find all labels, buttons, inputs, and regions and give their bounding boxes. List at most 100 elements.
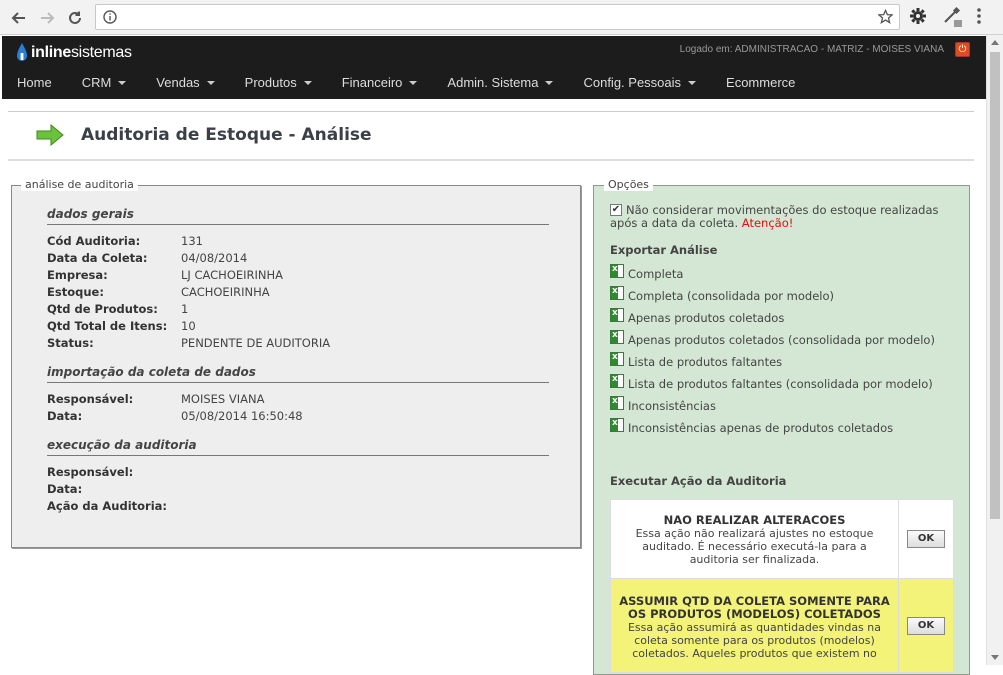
field-value: PENDENTE DE AUDITORIA [181, 336, 331, 350]
page-title: Auditoria de Estoque - Análise [81, 125, 372, 145]
ok-button[interactable]: OK [907, 616, 945, 635]
scroll-thumb[interactable] [990, 52, 1000, 519]
export-completa-consolidada[interactable]: Completa (consolidada por modelo) [610, 286, 935, 311]
menu-financeiro[interactable]: Financeiro [327, 75, 433, 90]
excel-icon [610, 286, 624, 300]
excel-icon [610, 418, 624, 432]
field-value: 05/08/2014 16:50:48 [181, 409, 303, 423]
reload-icon[interactable] [64, 7, 86, 29]
logo[interactable]: inlinesistemas [16, 43, 132, 63]
field-row: Responsável: [47, 465, 181, 479]
more-icon[interactable] [976, 7, 982, 28]
menu-label: Ecommerce [726, 75, 796, 90]
export-faltantes[interactable]: Lista de produtos faltantes [610, 352, 935, 377]
field-label: Ação da Auditoria: [47, 499, 168, 513]
field-label: Qtd de Produtos: [47, 302, 158, 316]
address-bar[interactable] [95, 4, 900, 30]
browser-toolbar [0, 0, 1003, 35]
field-label: Data: [47, 409, 83, 423]
field-value: 10 [181, 319, 196, 333]
menu-vendas[interactable]: Vendas [141, 75, 229, 90]
eyedropper-icon[interactable] [941, 6, 963, 31]
menu-admin-sistema[interactable]: Admin. Sistema [432, 75, 568, 90]
menu-ecommerce[interactable]: Ecommerce [711, 75, 810, 90]
field-row: Qtd Total de Itens: 10 [47, 319, 196, 333]
info-icon[interactable] [103, 10, 117, 27]
gear-icon[interactable] [909, 7, 927, 28]
field-row: Ação da Auditoria: [47, 499, 181, 513]
actions-table: NAO REALIZAR ALTERACOES Essa ação não re… [610, 499, 954, 674]
app-header: inlinesistemas Logado em: ADMINISTRACAO … [2, 36, 986, 99]
field-label: Responsável: [47, 392, 134, 406]
export-apenas-coletados-consolidada[interactable]: Apenas produtos coletados (consolidada p… [610, 330, 935, 355]
excel-icon [610, 264, 624, 278]
caret-down-icon [545, 80, 554, 85]
title-divider-bottom [8, 159, 974, 161]
menu-home[interactable]: Home [2, 75, 67, 90]
field-value: 131 [181, 234, 203, 248]
ignore-movements-checkbox[interactable]: ✔ [610, 204, 622, 216]
menu-crm[interactable]: CRM [67, 75, 142, 90]
action-row: NAO REALIZAR ALTERACOES Essa ação não re… [611, 500, 953, 579]
export-label: Inconsistências [628, 399, 716, 413]
main-menu: Home CRM Vendas Produtos Financeiro Admi… [2, 75, 810, 90]
caret-down-icon [303, 80, 312, 85]
excel-icon [610, 396, 624, 410]
menu-config-pessoais[interactable]: Config. Pessoais [568, 75, 711, 90]
field-row: Responsável: MOISES VIANA [47, 392, 264, 406]
scroll-up-arrow-icon[interactable] [991, 40, 999, 45]
action-text: Essa ação não realizará ajustes no estoq… [635, 527, 874, 566]
section-execucao: execução da auditoria [47, 438, 549, 456]
export-inconsistencias-coletados[interactable]: Inconsistências apenas de produtos colet… [610, 418, 935, 443]
action-description: ASSUMIR QTD DA COLETA SOMENTE PARA OS PR… [611, 579, 898, 672]
action-button-cell: OK [898, 579, 953, 672]
field-row: Status: PENDENTE DE AUDITORIA [47, 336, 330, 350]
forward-icon[interactable] [36, 7, 58, 29]
field-label: Data da Coleta: [47, 251, 148, 265]
menu-label: CRM [81, 75, 112, 90]
field-row: Data: [47, 482, 181, 496]
field-row: Estoque: CACHOEIRINHA [47, 285, 270, 299]
field-value: 04/08/2014 [181, 251, 248, 265]
exec-heading: Executar Ação da Auditoria [610, 474, 787, 488]
logged-in-info: Logado em: ADMINISTRACAO - MATRIZ - MOIS… [679, 44, 944, 55]
caret-down-icon [206, 80, 215, 85]
field-label: Estoque: [47, 285, 104, 299]
export-label: Inconsistências apenas de produtos colet… [628, 421, 894, 435]
export-list: Completa Completa (consolidada por model… [610, 264, 935, 443]
export-completa[interactable]: Completa [610, 264, 935, 289]
field-row: Data da Coleta: 04/08/2014 [47, 251, 247, 265]
page-scrollbar[interactable] [986, 35, 1003, 665]
action-title: ASSUMIR QTD DA COLETA SOMENTE PARA OS PR… [619, 594, 890, 621]
excel-icon [610, 374, 624, 388]
export-label: Lista de produtos faltantes [628, 355, 783, 369]
ok-button[interactable]: OK [907, 530, 945, 548]
scroll-down-arrow-icon[interactable] [991, 655, 999, 660]
star-icon[interactable] [877, 8, 894, 27]
field-row: Data: 05/08/2014 16:50:48 [47, 409, 303, 423]
export-faltantes-consolidada[interactable]: Lista de produtos faltantes (consolidada… [610, 374, 935, 399]
export-label: Completa [628, 267, 684, 281]
action-row: ASSUMIR QTD DA COLETA SOMENTE PARA OS PR… [611, 579, 953, 673]
field-label: Cód Auditoria: [47, 234, 141, 248]
menu-label: Admin. Sistema [447, 75, 539, 90]
field-value: LJ CACHOEIRINHA [181, 268, 284, 282]
menu-label: Home [17, 75, 52, 90]
field-value: MOISES VIANA [181, 392, 265, 406]
menu-produtos[interactable]: Produtos [230, 75, 327, 90]
field-label: Status: [47, 336, 94, 350]
checkbox-label: Não considerar movimentações do estoque … [610, 204, 950, 230]
caret-down-icon [118, 80, 127, 85]
export-apenas-coletados[interactable]: Apenas produtos coletados [610, 308, 935, 333]
action-description: NAO REALIZAR ALTERACOES Essa ação não re… [611, 500, 898, 578]
logo-text-rest: sistemas [70, 44, 132, 61]
export-inconsistencias[interactable]: Inconsistências [610, 396, 935, 421]
field-row: Empresa: LJ CACHOEIRINHA [47, 268, 283, 282]
section-dados-gerais: dados gerais [47, 207, 549, 225]
export-heading: Exportar Análise [610, 243, 718, 257]
field-label: Empresa: [47, 268, 108, 282]
warning-link[interactable]: Atenção! [742, 216, 794, 230]
back-icon[interactable] [8, 7, 30, 29]
menu-label: Produtos [244, 75, 297, 90]
power-icon[interactable]: ⏻ [955, 42, 970, 57]
